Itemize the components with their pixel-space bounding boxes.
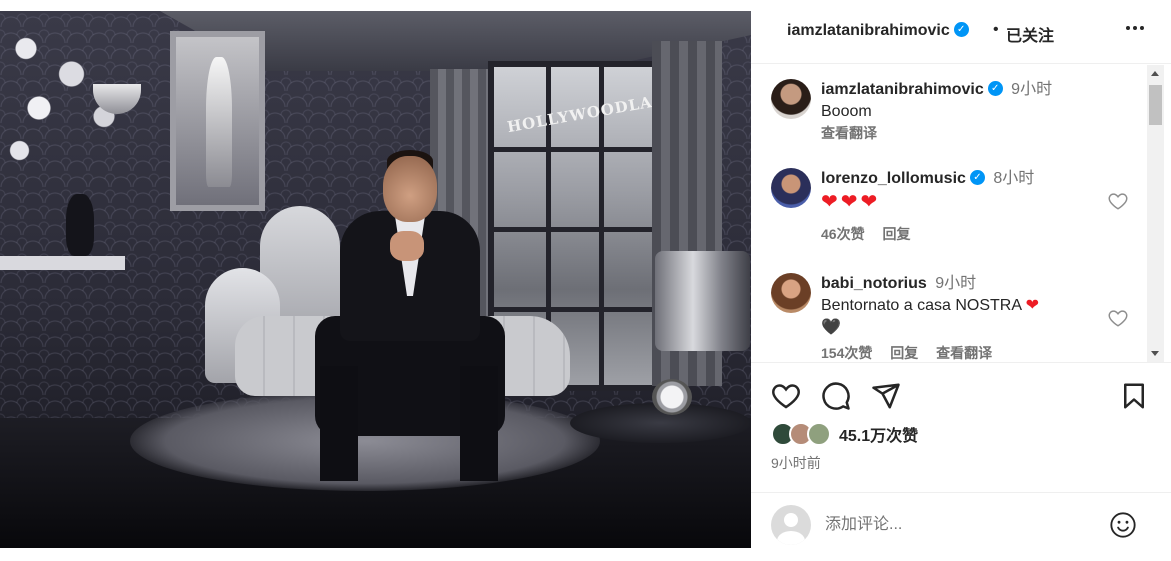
- comment-header: iamzlatanibrahimovic ✓ 9小时: [821, 79, 1111, 101]
- man-hands: [390, 231, 424, 261]
- comment-time[interactable]: 9小时: [935, 275, 976, 292]
- heart-outline-icon[interactable]: [1107, 190, 1129, 212]
- post-actions: 45.1万次赞 9小时前: [751, 362, 1171, 492]
- post-image[interactable]: HOLLYWOODLAND: [0, 11, 751, 548]
- see-translation-link[interactable]: 查看翻译: [936, 345, 992, 361]
- avatar[interactable]: [771, 79, 811, 119]
- following-button[interactable]: 已关注: [1006, 22, 1054, 46]
- current-user-avatar: [771, 505, 811, 545]
- comment-meta: 46次赞 回复: [821, 224, 1111, 244]
- heart-outline-icon[interactable]: [1107, 307, 1129, 329]
- comment-likes-count[interactable]: 154次赞: [821, 345, 872, 361]
- comment-meta: 154次赞 回复 查看翻译: [821, 343, 1111, 362]
- man-shin-left: [320, 366, 358, 481]
- red-heart-emoji: ❤: [1025, 297, 1039, 314]
- man-head: [383, 156, 437, 222]
- comment-likes-count[interactable]: 46次赞: [821, 226, 865, 242]
- comment-text: Booom: [821, 103, 872, 120]
- man-shin-right: [460, 366, 498, 481]
- portrait-frame: [170, 31, 265, 211]
- verified-badge-icon: ✓: [987, 81, 1003, 97]
- likes-count[interactable]: 45.1万次赞: [839, 422, 918, 446]
- comment-text: Bentornato a casa NOSTRA ❤: [821, 295, 1111, 317]
- reply-button[interactable]: 回复: [890, 345, 918, 361]
- more-options-icon[interactable]: [1123, 16, 1147, 40]
- mirrored-shelf: [0, 256, 125, 270]
- scroll-up-arrow-icon[interactable]: [1151, 71, 1159, 76]
- verified-badge-icon: ✓: [969, 170, 985, 186]
- liker-avatars[interactable]: [771, 422, 833, 446]
- scrollbar-thumb[interactable]: [1149, 85, 1162, 125]
- comment-body: lorenzo_lollomusic ✓ 8小时 ❤❤❤ 46次赞 回复: [821, 168, 1111, 244]
- comment-username[interactable]: iamzlatanibrahimovic: [821, 81, 984, 98]
- post-timestamp[interactable]: 9小时前: [771, 453, 821, 473]
- reply-button[interactable]: 回复: [882, 226, 910, 242]
- see-translation-link[interactable]: 查看翻译: [821, 125, 877, 141]
- champagne-bucket: [655, 251, 750, 351]
- header-separator: •: [993, 21, 999, 38]
- scroll-down-arrow-icon[interactable]: [1151, 351, 1159, 356]
- alarm-clock: [652, 379, 692, 415]
- comments-scrollbar[interactable]: [1147, 65, 1164, 362]
- share-send-icon[interactable]: [871, 381, 901, 411]
- comments-list[interactable]: iamzlatanibrahimovic ✓ 9小时 Booom 查看翻译 lor…: [751, 65, 1171, 362]
- black-vase: [66, 194, 94, 256]
- comment-username[interactable]: lorenzo_lollomusic: [821, 170, 966, 187]
- header-username-link[interactable]: iamzlatanibrahimovic ✓: [787, 22, 969, 40]
- likes-row: 45.1万次赞: [771, 421, 918, 447]
- comment-header: babi_notorius 9小时: [821, 273, 1111, 295]
- add-comment-input[interactable]: [825, 511, 1095, 539]
- like-heart-icon[interactable]: [771, 381, 801, 411]
- header-username[interactable]: iamzlatanibrahimovic: [787, 22, 950, 39]
- comment-meta: 查看翻译: [821, 123, 1111, 143]
- comment-body: babi_notorius 9小时 Bentornato a casa NOST…: [821, 273, 1111, 362]
- black-heart-emoji: 🖤: [821, 319, 841, 336]
- comment-bubble-icon[interactable]: [821, 381, 851, 411]
- comment-time[interactable]: 9小时: [1011, 81, 1052, 98]
- avatar[interactable]: [771, 273, 811, 313]
- comment-text-content: Bentornato a casa NOSTRA: [821, 297, 1022, 314]
- comment-username[interactable]: babi_notorius: [821, 275, 927, 292]
- verified-badge-icon: ✓: [953, 22, 969, 38]
- avatar[interactable]: [771, 168, 811, 208]
- add-comment-bar: [751, 492, 1171, 561]
- comment-header: lorenzo_lollomusic ✓ 8小时: [821, 168, 1111, 190]
- portrait-figure: [206, 57, 232, 187]
- comment-body: iamzlatanibrahimovic ✓ 9小时 Booom 查看翻译: [821, 79, 1111, 143]
- seated-man: [315, 150, 505, 491]
- post-header: iamzlatanibrahimovic ✓ • 已关注: [751, 0, 1171, 64]
- post-side-panel: iamzlatanibrahimovic ✓ • 已关注 iamzlatanibr…: [751, 0, 1171, 561]
- comment-text: ❤❤❤: [821, 191, 881, 213]
- liker-avatar: [807, 422, 831, 446]
- save-bookmark-icon[interactable]: [1119, 381, 1149, 411]
- window-mullion: [494, 147, 652, 152]
- emoji-icon[interactable]: [1109, 511, 1137, 539]
- comment-time[interactable]: 8小时: [993, 170, 1034, 187]
